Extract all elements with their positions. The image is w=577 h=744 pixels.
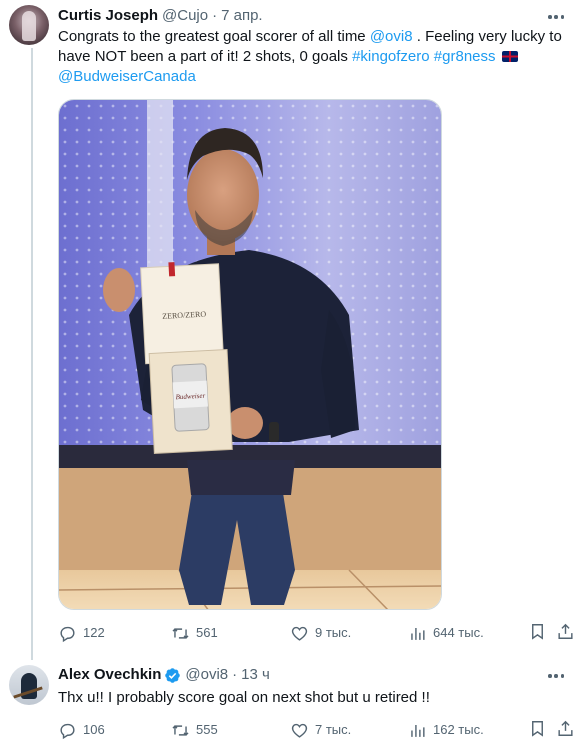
views-icon <box>411 724 425 737</box>
reply-icon <box>60 723 75 739</box>
retweet-count: 561 <box>196 625 218 640</box>
tweet-text-part: Congrats to the greatest goal scorer of … <box>58 28 370 45</box>
can-label: Budweiser <box>175 392 205 402</box>
like-button[interactable]: 7 тыс. <box>290 719 351 741</box>
like-icon <box>291 723 308 738</box>
bookmark-icon <box>532 624 543 640</box>
share-button[interactable] <box>556 622 575 641</box>
views-count: 162 тыс. <box>433 722 484 737</box>
thread-connector-line <box>31 48 33 660</box>
reply-icon <box>60 626 75 642</box>
user-handle[interactable]: @Cujo <box>162 6 208 26</box>
views-count: 644 тыс. <box>433 625 484 640</box>
tweet-text: Thx u!! I probably score goal on next sh… <box>58 689 430 706</box>
display-name[interactable]: Alex Ovechkin <box>58 665 161 685</box>
more-icon[interactable] <box>545 666 567 686</box>
like-button[interactable]: 9 тыс. <box>290 622 351 644</box>
retweet-icon <box>172 627 189 639</box>
retweet-icon <box>172 724 189 736</box>
avatar[interactable] <box>9 665 49 705</box>
separator-dot: · <box>212 7 218 24</box>
share-button[interactable] <box>556 719 575 738</box>
views-icon <box>411 627 425 640</box>
user-handle[interactable]: @ovi8 <box>185 665 228 685</box>
views-button[interactable]: 644 тыс. <box>408 622 484 644</box>
tweet-actions: 122 561 9 тыс. 644 тыс. <box>54 622 574 644</box>
views-button[interactable]: 162 тыс. <box>408 719 484 741</box>
reply-button[interactable]: 122 <box>58 622 105 644</box>
mention-link[interactable]: @BudweiserCanada <box>58 68 196 85</box>
reply-count: 122 <box>83 625 105 640</box>
uk-flag-emoji <box>501 51 518 62</box>
hashtag-link[interactable]: #gr8ness <box>434 48 496 65</box>
retweet-button[interactable]: 561 <box>171 622 218 644</box>
tweet-actions: 106 555 7 тыс. 162 тыс. <box>54 719 574 741</box>
share-icon <box>558 623 573 639</box>
like-count: 9 тыс. <box>315 625 352 640</box>
display-name[interactable]: Curtis Joseph <box>58 6 158 26</box>
timestamp[interactable]: 13 ч <box>241 665 270 685</box>
retweet-button[interactable]: 555 <box>171 719 218 741</box>
tweet-text: Congrats to the greatest goal scorer of … <box>58 27 568 87</box>
retweet-count: 555 <box>196 722 218 737</box>
tweet-header: Curtis Joseph @Cujo · 7 апр. <box>58 6 263 26</box>
reply-button[interactable]: 106 <box>58 719 105 741</box>
bookmark-icon <box>532 721 543 737</box>
bookmark-button[interactable] <box>528 622 547 641</box>
bookmark-button[interactable] <box>528 719 547 738</box>
separator-dot: · <box>232 666 238 683</box>
timestamp[interactable]: 7 апр. <box>221 6 262 26</box>
like-icon <box>291 626 308 641</box>
tweet-header: Alex Ovechkin @ovi8 · 13 ч <box>58 665 270 685</box>
reply-count: 106 <box>83 722 105 737</box>
tweet-photo[interactable]: ZERO/ZERO Budweiser <box>58 99 442 610</box>
like-count: 7 тыс. <box>315 722 352 737</box>
mention-link[interactable]: @ovi8 <box>370 28 413 45</box>
more-icon[interactable] <box>545 7 567 27</box>
verified-badge-icon[interactable] <box>164 667 181 684</box>
hashtag-link[interactable]: #kingofzero <box>352 48 430 65</box>
share-icon <box>558 720 573 736</box>
avatar[interactable] <box>9 5 49 45</box>
